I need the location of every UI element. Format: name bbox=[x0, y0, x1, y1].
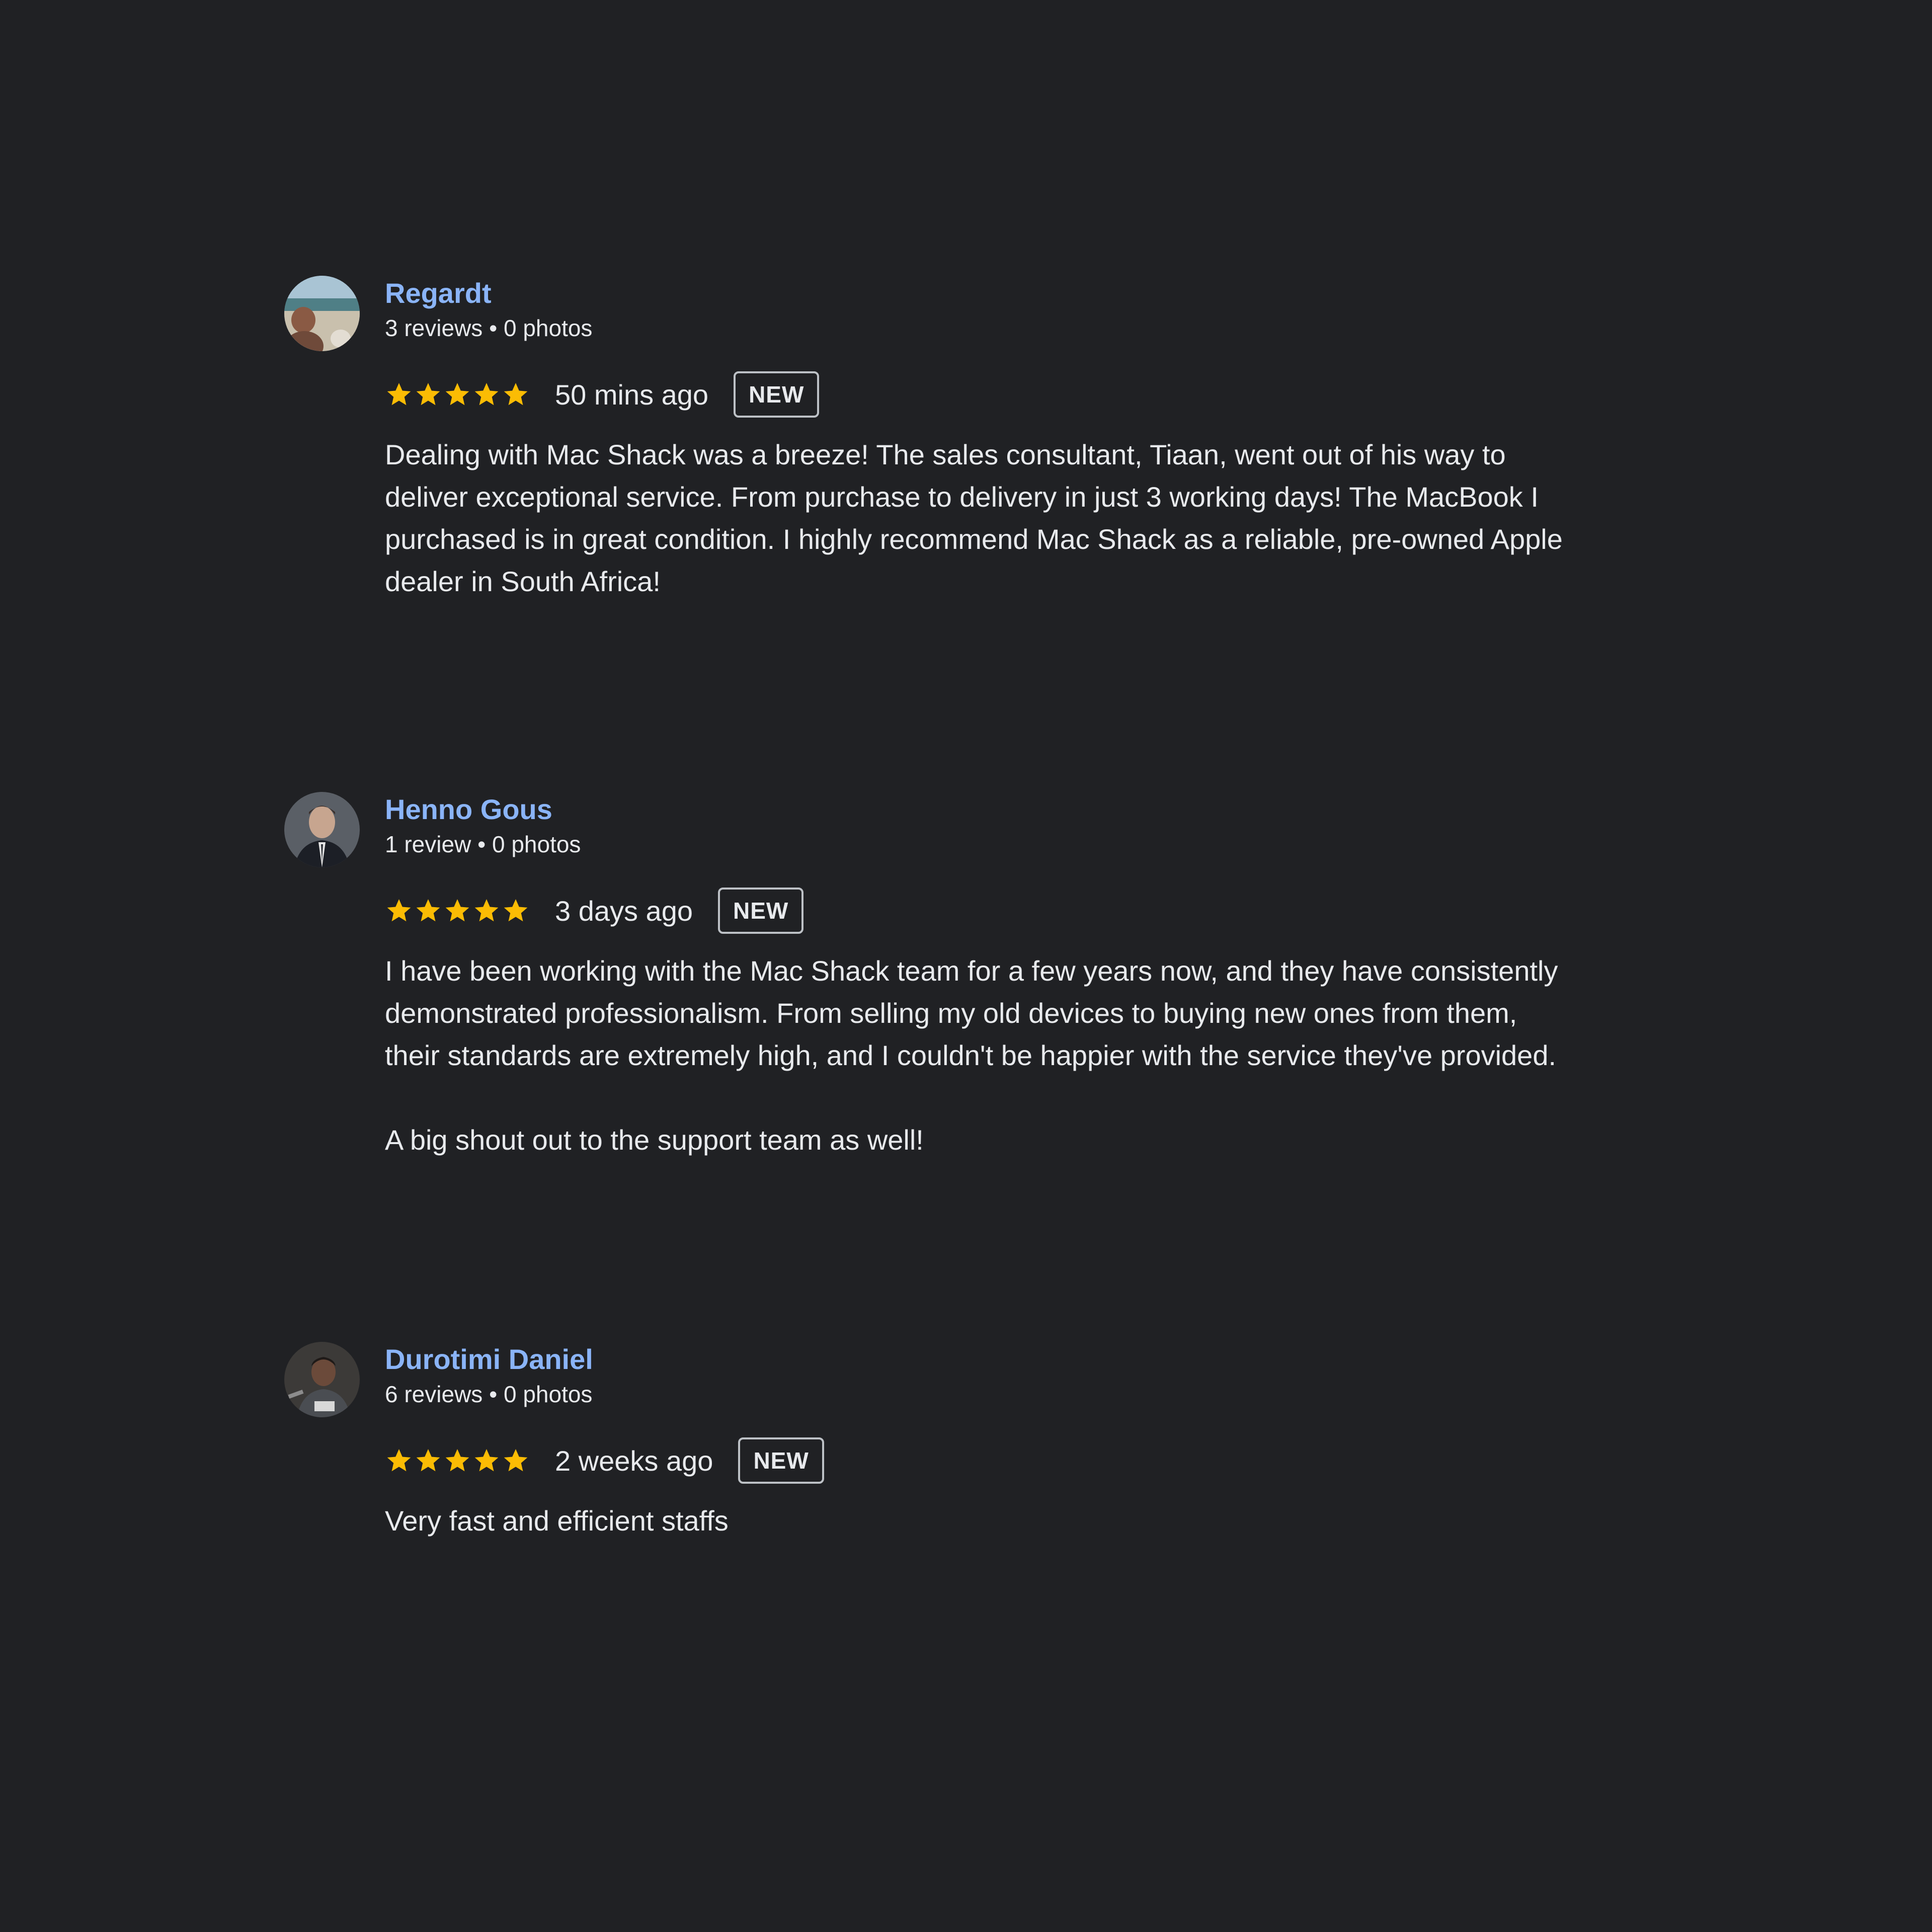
review-time: 2 weeks ago bbox=[555, 1444, 713, 1477]
reviewer-stats: 1 review • 0 photos bbox=[385, 831, 581, 857]
star-icon bbox=[472, 897, 501, 925]
star-icon bbox=[443, 1446, 471, 1475]
review-text: I have been working with the Mac Shack t… bbox=[385, 955, 1558, 1156]
star-icon bbox=[472, 1446, 501, 1475]
reviewer-name[interactable]: Durotimi Daniel bbox=[385, 1342, 593, 1377]
review-text: Dealing with Mac Shack was a breeze! The… bbox=[385, 439, 1563, 597]
avatar-photo bbox=[284, 276, 360, 351]
star-icon bbox=[414, 1446, 442, 1475]
review-meta: 50 mins ago NEW bbox=[385, 369, 1683, 420]
star-icon bbox=[414, 380, 442, 409]
star-icon bbox=[472, 380, 501, 409]
avatar-photo bbox=[284, 792, 360, 867]
star-icon bbox=[502, 897, 530, 925]
avatar[interactable] bbox=[284, 276, 360, 351]
star-icon bbox=[502, 380, 530, 409]
new-badge: NEW bbox=[738, 1437, 824, 1484]
new-badge: NEW bbox=[734, 371, 820, 418]
star-rating bbox=[385, 1446, 531, 1475]
reviewer-name[interactable]: Regardt bbox=[385, 276, 492, 311]
avatar[interactable] bbox=[284, 1342, 360, 1417]
star-icon bbox=[385, 380, 413, 409]
new-badge: NEW bbox=[717, 888, 804, 934]
star-rating bbox=[385, 380, 531, 409]
star-icon bbox=[443, 897, 471, 925]
star-icon bbox=[414, 897, 442, 925]
review-time: 50 mins ago bbox=[555, 378, 709, 411]
reviewer-stats: 6 reviews • 0 photos bbox=[385, 1381, 593, 1407]
star-icon bbox=[385, 897, 413, 925]
review-text: Very fast and efficient staffs bbox=[385, 1505, 729, 1537]
star-icon bbox=[443, 380, 471, 409]
avatar-photo bbox=[284, 1342, 360, 1417]
star-icon bbox=[502, 1446, 530, 1475]
reviewer-name[interactable]: Henno Gous bbox=[385, 792, 552, 827]
review-meta: 2 weeks ago NEW bbox=[385, 1435, 1683, 1486]
star-icon bbox=[385, 1446, 413, 1475]
reviewer-stats: 3 reviews • 0 photos bbox=[385, 315, 593, 341]
star-rating bbox=[385, 897, 531, 925]
review-time: 3 days ago bbox=[555, 895, 693, 927]
review-meta: 3 days ago NEW bbox=[385, 886, 1683, 936]
avatar[interactable] bbox=[284, 792, 360, 867]
